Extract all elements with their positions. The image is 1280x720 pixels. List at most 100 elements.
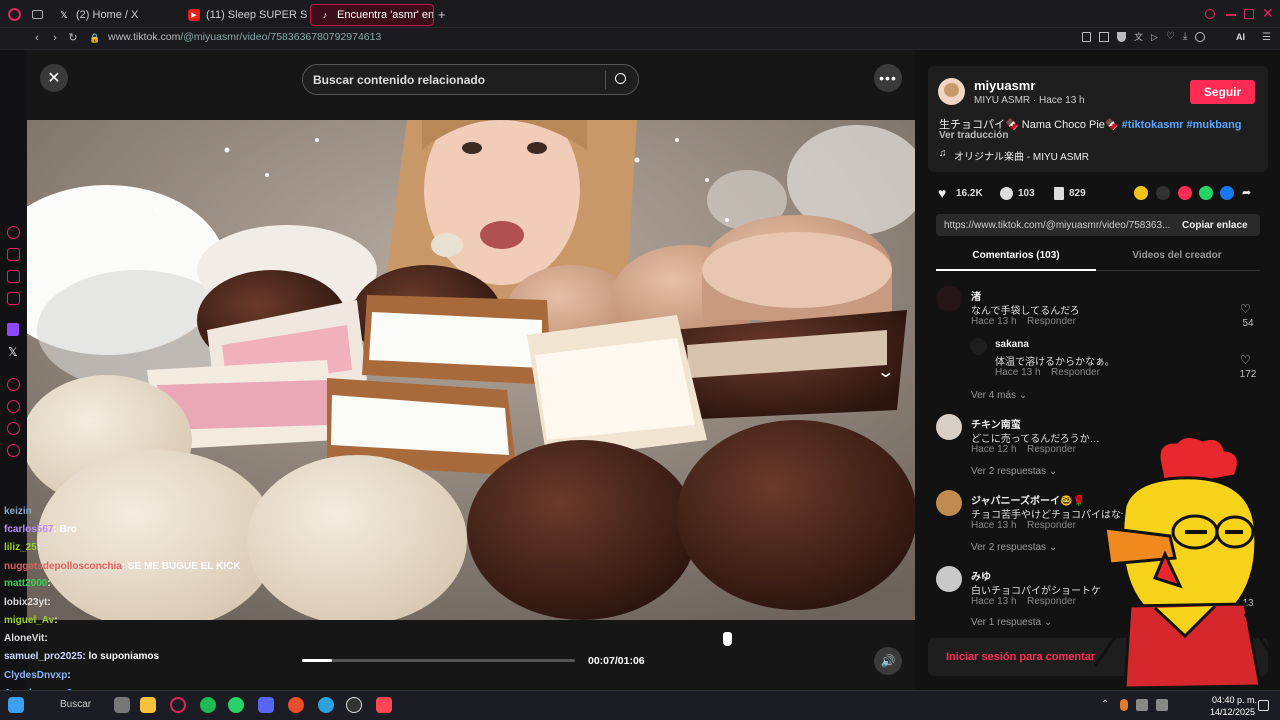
hashtag-link[interactable]: #tiktokasmr [1122,119,1184,131]
maximize-button[interactable] [1244,9,1254,19]
whatsapp-icon[interactable] [1199,186,1213,200]
video-link[interactable]: https://www.tiktok.com/@miyuasmr/video/7… [944,220,1170,231]
notification-icon[interactable] [1258,700,1269,711]
view-replies[interactable]: Ver 2 respuestas ⌄ [971,466,1057,477]
sidebar-shop-icon[interactable] [7,248,20,261]
pin-icon[interactable] [1082,32,1091,42]
tray-chevron-icon[interactable]: ⌃ [1101,699,1109,710]
view-more-replies[interactable]: Ver 4 más ⌄ [971,390,1027,401]
heart-icon[interactable]: ♡ [1166,32,1175,42]
forward-icon[interactable]: › [48,31,62,45]
search-tabs-icon[interactable] [1205,9,1215,19]
chat-username[interactable]: samuel_pro2025 [4,651,82,662]
close-window-button[interactable]: ✕ [1262,5,1274,22]
commenter-name[interactable]: ジャパニーズボーイ🤓🌹 [971,492,1085,507]
like-action[interactable]: ♥ 16.2K [938,186,983,200]
play-icon[interactable]: ▷ [1151,32,1158,42]
commenter-avatar[interactable] [936,566,962,592]
view-replies[interactable]: Ver 1 respuesta ⌄ [971,617,1052,628]
reload-icon[interactable]: ↻ [66,31,80,45]
taskbar-search[interactable]: Buscar [60,699,91,710]
music-title[interactable]: オリジナル楽曲 - MIYU ASMR [954,148,1089,163]
comment-action[interactable]: 103 [1000,186,1035,200]
telegram-icon[interactable] [318,697,334,713]
chat-username[interactable]: lobix23yt [4,597,47,608]
reply-link[interactable]: Responder [1027,596,1076,607]
save-action[interactable]: 829 [1054,186,1086,200]
tab-youtube[interactable]: ▶ (11) Sleep SUPER Smooth [180,4,308,26]
valorant-icon[interactable] [376,697,392,713]
reply-link[interactable]: Responder [1027,444,1076,455]
sidebar-history-icon[interactable] [7,400,20,413]
chat-username[interactable]: AloneVit [4,633,44,644]
tab-creator-videos[interactable]: Videos del creador [1097,250,1257,261]
task-view-icon[interactable] [114,697,130,713]
translate-icon[interactable]: 文 [1134,32,1143,42]
ai-button[interactable]: AI [1236,32,1245,42]
embed-icon[interactable] [1156,186,1170,200]
start-button[interactable] [8,697,24,713]
commenter-avatar[interactable] [936,414,962,440]
commenter-name[interactable]: みゆ [971,568,991,583]
reply-link[interactable]: Responder [1027,520,1076,531]
snapshot-icon[interactable] [1099,32,1109,42]
minimize-button[interactable] [1226,14,1236,16]
sidebar-x-icon[interactable]: 𝕏 [8,345,18,359]
commenter-name[interactable]: 渚 [971,288,981,303]
follow-button[interactable]: Seguir [1190,80,1255,104]
chat-username[interactable]: keizin [4,506,32,517]
new-tab-button[interactable]: + [438,7,446,22]
download-icon[interactable]: ⤓ [1183,32,1187,42]
related-search-input[interactable]: Buscar contenido relacionado [302,64,639,95]
account-icon[interactable] [1195,32,1206,42]
whatsapp-taskbar-icon[interactable] [228,697,244,713]
sidebar-instagram-icon[interactable] [7,292,20,305]
chevron-down-icon[interactable]: ⌄ [876,362,895,382]
commenter-name[interactable]: チキン南蛮 [971,416,1021,431]
speaker-icon[interactable] [1156,699,1168,711]
commenter-avatar[interactable] [936,286,962,312]
chat-username[interactable]: miguel_Av [4,615,54,626]
comment-heart-icon[interactable]: ♡ [1240,353,1251,367]
back-icon[interactable]: ‹ [30,31,44,45]
shield-icon[interactable] [1117,32,1126,42]
file-explorer-icon[interactable] [140,697,156,713]
facebook-icon[interactable] [1220,186,1234,200]
login-to-comment-link[interactable]: Iniciar sesión para comentar [946,651,1095,663]
view-replies[interactable]: Ver 2 respuestas ⌄ [971,542,1057,553]
chat-username[interactable]: liliz_25 [4,542,37,553]
chat-username[interactable]: ClydesDnvxp [4,670,67,681]
sidebar-extensions-icon[interactable] [7,422,20,435]
reply-link[interactable]: Responder [1051,367,1100,378]
obs-icon[interactable] [346,697,362,713]
progress-track[interactable] [302,659,575,662]
tab-tiktok[interactable]: ♪ Encuentra 'asmr' en T [310,4,434,26]
opera-taskbar-icon[interactable] [170,697,186,713]
sidebar-aria-icon[interactable] [7,226,20,239]
url-field[interactable]: www.tiktok.com/@miyuasmr/video/758363678… [108,31,381,43]
chat-username[interactable]: matt2000 [4,578,47,589]
menu-icon[interactable]: ☰ [1262,32,1271,43]
clock-date[interactable]: 14/12/2025 [1210,707,1255,717]
tab-workspaces-icon[interactable] [32,10,43,19]
copy-link-button[interactable]: Copiar enlace [1182,220,1248,231]
mic-icon[interactable] [1120,699,1128,711]
sidebar-twitch-icon[interactable] [7,323,19,336]
hashtag-link[interactable]: #mukbang [1187,119,1242,131]
volume-button[interactable]: 🔊 [874,647,902,675]
discord-icon[interactable] [258,697,274,713]
commenter-avatar[interactable] [970,338,987,355]
send-share-icon[interactable] [1178,186,1192,200]
translate-link[interactable]: Ver traducción [939,130,1008,141]
sidebar-messenger-icon[interactable] [7,270,20,283]
tab-comments[interactable]: Comentarios (103) [936,250,1096,261]
commenter-name[interactable]: sakana [995,339,1029,350]
share-arrow-icon[interactable]: ➦ [1242,186,1251,199]
chat-username[interactable]: nuggetsdepollosconchia [4,561,122,572]
sidebar-music-icon[interactable] [7,378,20,391]
spotify-icon[interactable] [200,697,216,713]
wifi-icon[interactable] [1136,699,1148,711]
more-options-button[interactable]: ••• [874,64,902,92]
search-icon[interactable] [615,73,626,84]
opera-logo-icon[interactable] [8,8,21,21]
